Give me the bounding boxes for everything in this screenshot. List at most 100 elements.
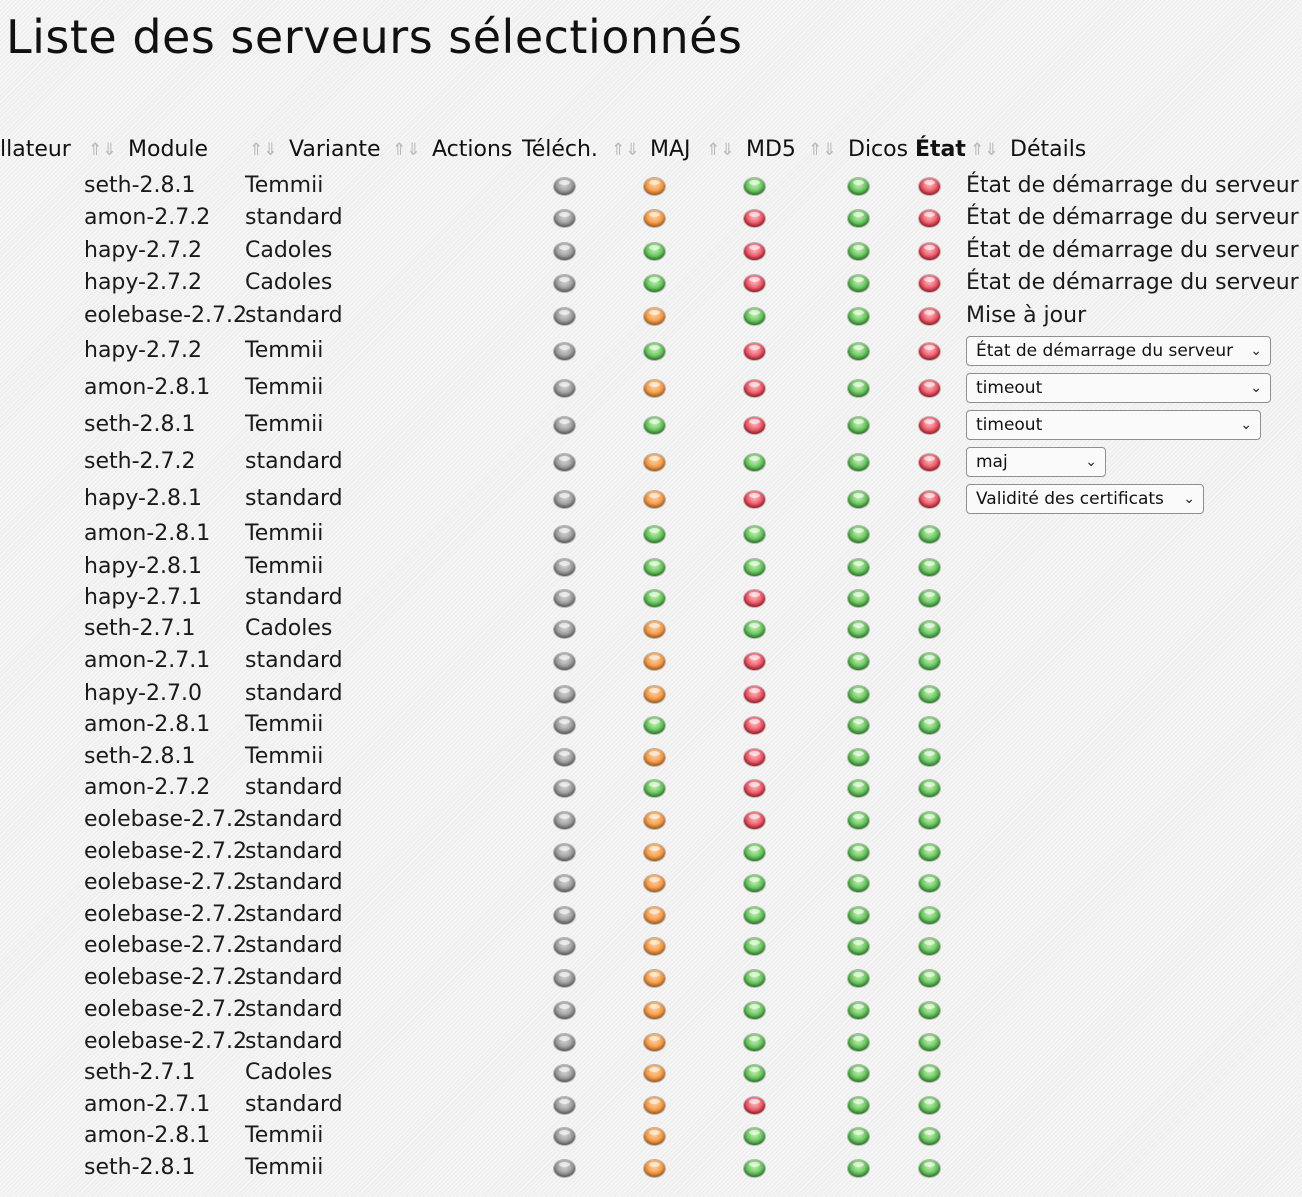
status-telech-gray-icon[interactable] (554, 275, 575, 292)
status-maj-orange-icon[interactable] (644, 178, 665, 195)
module-cell[interactable]: amon-2.7.2 (84, 203, 210, 233)
status-md5-red-icon[interactable] (744, 491, 765, 508)
status-dicos-green-icon[interactable] (848, 1097, 869, 1114)
status-maj-orange-icon[interactable] (644, 308, 665, 325)
status-md5-green-icon[interactable] (744, 844, 765, 861)
status-maj-orange-icon[interactable] (644, 907, 665, 924)
status-telech-gray-icon[interactable] (554, 308, 575, 325)
module-cell[interactable]: eolebase-2.7.2 (84, 963, 247, 993)
status-etat-red-icon[interactable] (919, 380, 940, 397)
module-cell[interactable]: amon-2.7.2 (84, 773, 210, 803)
status-md5-red-icon[interactable] (744, 653, 765, 670)
status-telech-gray-icon[interactable] (554, 1065, 575, 1082)
status-md5-red-icon[interactable] (744, 243, 765, 260)
status-md5-green-icon[interactable] (744, 526, 765, 543)
status-md5-red-icon[interactable] (744, 780, 765, 797)
status-dicos-green-icon[interactable] (848, 380, 869, 397)
status-dicos-green-icon[interactable] (848, 938, 869, 955)
status-maj-orange-icon[interactable] (644, 938, 665, 955)
status-md5-red-icon[interactable] (744, 380, 765, 397)
status-maj-orange-icon[interactable] (644, 686, 665, 703)
status-etat-red-icon[interactable] (919, 491, 940, 508)
status-dicos-green-icon[interactable] (848, 970, 869, 987)
status-maj-green-icon[interactable] (644, 275, 665, 292)
status-etat-green-icon[interactable] (919, 1002, 940, 1019)
header-variante[interactable]: Variante (289, 136, 381, 164)
header-dicos[interactable]: Dicos (848, 136, 908, 164)
header-maj[interactable]: MAJ (650, 136, 691, 164)
status-telech-gray-icon[interactable] (554, 844, 575, 861)
status-md5-green-icon[interactable] (744, 875, 765, 892)
status-telech-gray-icon[interactable] (554, 621, 575, 638)
status-maj-orange-icon[interactable] (644, 380, 665, 397)
chevron-down-icon[interactable]: ⌄ (1183, 485, 1195, 513)
status-etat-green-icon[interactable] (919, 907, 940, 924)
status-dicos-green-icon[interactable] (848, 417, 869, 434)
status-dicos-green-icon[interactable] (848, 1002, 869, 1019)
status-maj-orange-icon[interactable] (644, 970, 665, 987)
status-dicos-green-icon[interactable] (848, 907, 869, 924)
status-md5-red-icon[interactable] (744, 417, 765, 434)
status-dicos-green-icon[interactable] (848, 653, 869, 670)
status-etat-green-icon[interactable] (919, 938, 940, 955)
status-dicos-green-icon[interactable] (848, 749, 869, 766)
status-dicos-green-icon[interactable] (848, 491, 869, 508)
status-etat-red-icon[interactable] (919, 308, 940, 325)
status-md5-red-icon[interactable] (744, 275, 765, 292)
status-etat-red-icon[interactable] (919, 417, 940, 434)
module-cell[interactable]: hapy-2.8.1 (84, 552, 202, 582)
status-md5-green-icon[interactable] (744, 308, 765, 325)
module-cell[interactable]: seth-2.7.1 (84, 614, 195, 644)
status-md5-red-icon[interactable] (744, 812, 765, 829)
status-dicos-green-icon[interactable] (848, 1128, 869, 1145)
status-dicos-green-icon[interactable] (848, 590, 869, 607)
status-etat-red-icon[interactable] (919, 178, 940, 195)
status-etat-green-icon[interactable] (919, 1097, 940, 1114)
details-select[interactable]: maj ⌄ (966, 447, 1106, 477)
module-cell[interactable]: eolebase-2.7.2 (84, 995, 247, 1025)
module-cell[interactable]: seth-2.8.1 (84, 410, 195, 440)
status-dicos-green-icon[interactable] (848, 343, 869, 360)
status-md5-green-icon[interactable] (744, 1160, 765, 1177)
status-md5-green-icon[interactable] (744, 1128, 765, 1145)
status-maj-orange-icon[interactable] (644, 844, 665, 861)
status-telech-gray-icon[interactable] (554, 210, 575, 227)
status-telech-gray-icon[interactable] (554, 875, 575, 892)
status-maj-orange-icon[interactable] (644, 749, 665, 766)
details-select[interactable]: timeout ⌄ (966, 410, 1261, 440)
module-cell[interactable]: amon-2.8.1 (84, 710, 210, 740)
status-md5-red-icon[interactable] (744, 590, 765, 607)
status-telech-gray-icon[interactable] (554, 907, 575, 924)
status-maj-green-icon[interactable] (644, 590, 665, 607)
status-dicos-green-icon[interactable] (848, 621, 869, 638)
status-telech-gray-icon[interactable] (554, 559, 575, 576)
status-dicos-green-icon[interactable] (848, 308, 869, 325)
status-etat-red-icon[interactable] (919, 275, 940, 292)
status-maj-green-icon[interactable] (644, 780, 665, 797)
header-etat[interactable]: État (915, 136, 966, 164)
status-md5-red-icon[interactable] (744, 210, 765, 227)
status-etat-green-icon[interactable] (919, 559, 940, 576)
module-cell[interactable]: eolebase-2.7.2 (84, 931, 247, 961)
status-dicos-green-icon[interactable] (848, 686, 869, 703)
status-md5-green-icon[interactable] (744, 454, 765, 471)
status-etat-green-icon[interactable] (919, 526, 940, 543)
header-module[interactable]: Module (128, 136, 208, 164)
status-dicos-green-icon[interactable] (848, 210, 869, 227)
status-md5-green-icon[interactable] (744, 1002, 765, 1019)
module-cell[interactable]: hapy-2.7.2 (84, 268, 202, 298)
status-telech-gray-icon[interactable] (554, 417, 575, 434)
status-telech-gray-icon[interactable] (554, 491, 575, 508)
status-etat-red-icon[interactable] (919, 210, 940, 227)
status-md5-green-icon[interactable] (744, 907, 765, 924)
details-select[interactable]: État de démarrage du serveur ⌄ (966, 336, 1271, 366)
status-telech-gray-icon[interactable] (554, 812, 575, 829)
module-cell[interactable]: seth-2.7.1 (84, 1058, 195, 1088)
module-cell[interactable]: amon-2.8.1 (84, 519, 210, 549)
header-installateur[interactable]: llateur (0, 136, 71, 164)
module-cell[interactable]: hapy-2.8.1 (84, 484, 202, 514)
status-maj-orange-icon[interactable] (644, 454, 665, 471)
status-etat-green-icon[interactable] (919, 812, 940, 829)
status-md5-green-icon[interactable] (744, 559, 765, 576)
status-etat-green-icon[interactable] (919, 1160, 940, 1177)
